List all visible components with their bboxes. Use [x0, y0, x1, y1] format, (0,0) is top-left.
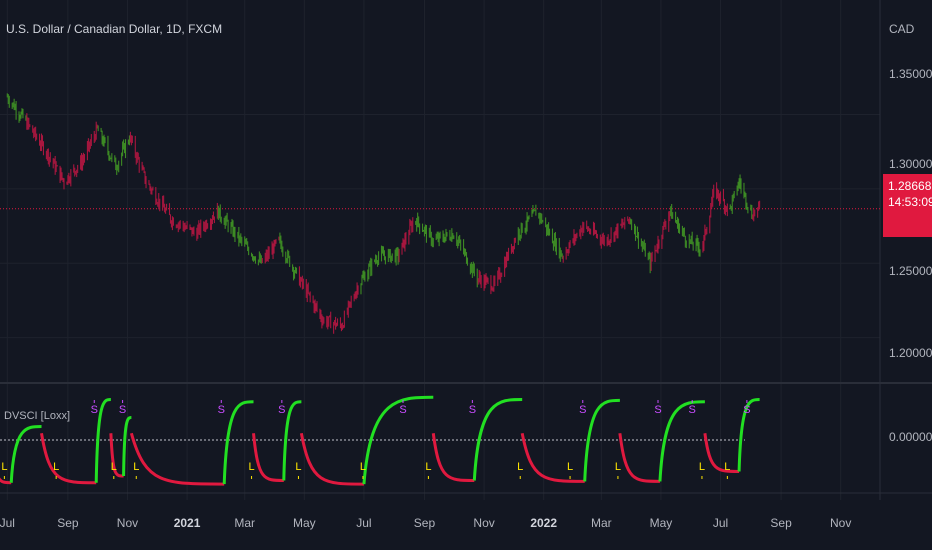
oscillator-bull-segment: [94, 398, 111, 483]
sell-signal-label: S: [278, 404, 285, 416]
sell-signal-label: S: [218, 404, 225, 416]
y-tick-label: 1.25000: [889, 264, 932, 278]
oscillator-bear-segment: [40, 433, 97, 485]
buy-signal-label: L: [111, 461, 117, 473]
x-tick-label: Jul: [0, 516, 15, 530]
buy-signal-label: L: [567, 461, 573, 473]
sell-signal-label: S: [654, 404, 661, 416]
oscillator-pane: S S S S S S S S S S L L L L L L L L L L L L L: [0, 395, 760, 486]
buy-signal-label: L: [248, 461, 254, 473]
x-tick-label: Sep: [57, 516, 79, 530]
buy-signal-label: L: [425, 461, 431, 473]
sell-signal-label: S: [743, 404, 750, 416]
sell-signal-label: S: [119, 404, 126, 416]
y-tick-label: 1.35000: [889, 67, 932, 81]
x-tick-label: Nov: [830, 516, 852, 530]
x-tick-label: May: [292, 516, 316, 530]
x-tick-label: Nov: [116, 516, 139, 530]
currency-label: CAD: [889, 22, 915, 36]
chart-title: U.S. Dollar / Canadian Dollar, 1D, FXCM: [6, 22, 223, 36]
price-bars: [6, 93, 761, 334]
x-tick-label: 2022: [530, 516, 558, 530]
oscillator-bear-segment: [129, 432, 225, 486]
buy-signal-label: L: [360, 461, 366, 473]
x-tick-label: Sep: [770, 516, 792, 530]
buy-signal-label: L: [53, 461, 59, 473]
buy-signal-label: L: [517, 461, 523, 473]
x-tick-label: Nov: [473, 516, 495, 530]
y-tick-label: 1.20000: [889, 346, 932, 360]
last-price-value: 1.28668: [888, 179, 932, 193]
sell-signal-label: S: [399, 404, 406, 416]
buy-signal-label: L: [615, 461, 621, 473]
sell-signal-label: S: [91, 404, 98, 416]
x-tick-label: Sep: [413, 516, 436, 530]
x-tick-label: Jul: [356, 516, 372, 530]
x-tick-label: 2021: [173, 516, 201, 530]
sell-signal-label: S: [579, 404, 586, 416]
chart-window[interactable]: { "header": { "title": "U.S. Dollar / Ca…: [0, 0, 932, 550]
x-tick-label: Mar: [234, 516, 256, 530]
sell-signal-label: S: [469, 404, 476, 416]
oscillator-bear-segment: [299, 432, 364, 486]
osc-y-tick-label: 0.00000: [889, 430, 932, 444]
buy-signal-label: L: [133, 461, 139, 473]
x-tick-label: Jul: [712, 516, 729, 530]
indicator-title[interactable]: DVSCI [Loxx]: [4, 410, 70, 422]
bar-countdown: 14:53:09: [888, 195, 932, 209]
x-tick-label: May: [649, 516, 673, 530]
buy-signal-label: L: [295, 461, 301, 473]
sell-signal-label: S: [689, 404, 696, 416]
oscillator-bear-segment: [0, 477, 12, 485]
buy-signal-label: L: [724, 461, 730, 473]
buy-signal-label: L: [1, 461, 7, 473]
buy-signal-label: L: [699, 461, 705, 473]
oscillator-bear-segment: [703, 433, 740, 473]
price-chart[interactable]: S S S S S S S S S S L L L L L L L L L L L L L: [0, 0, 932, 550]
last-price-tag: 1.28668 14:53:09: [883, 174, 932, 237]
x-tick-label: Mar: [590, 516, 612, 530]
y-tick-label: 1.30000: [889, 157, 932, 171]
oscillator-bull-segment: [9, 425, 42, 483]
